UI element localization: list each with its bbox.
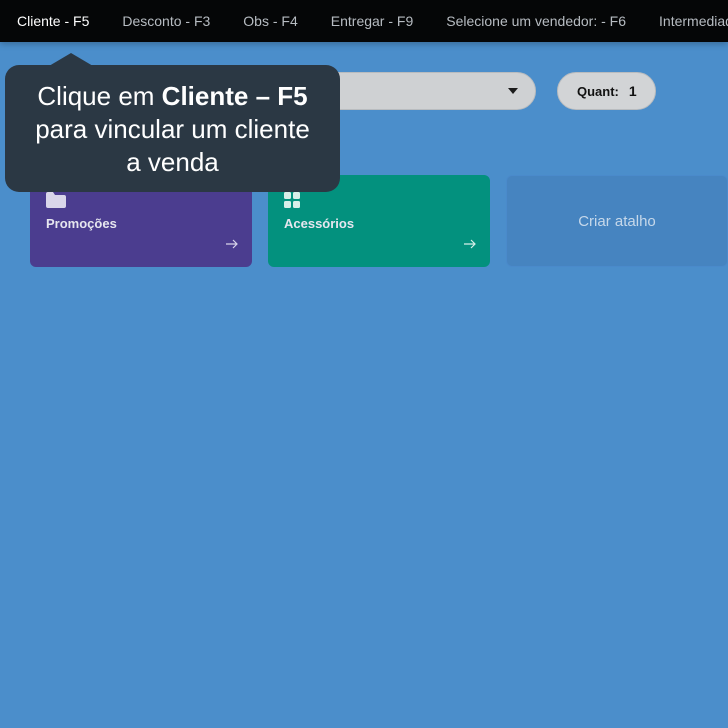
quantity-label: Quant: [577,83,619,99]
tooltip-line-3: a venda [126,147,219,177]
toolbar-intermediador[interactable]: Intermediador [642,13,728,29]
folder-icon [46,192,66,213]
card-label-acessorios: Acessórios [284,216,355,231]
tooltip-pointer [49,53,93,66]
toolbar-vendedor[interactable]: Selecione um vendedor: - F6 [429,13,642,29]
arrow-right-icon [464,236,476,254]
toolbar-obs[interactable]: Obs - F4 [226,13,313,29]
arrow-right-icon [226,236,238,254]
toolbar-entregar[interactable]: Entregar - F9 [314,13,429,29]
create-shortcut-label: Criar atalho [578,212,656,230]
tooltip-line-2: para vincular um cliente [35,114,310,144]
quantity-value[interactable]: 1 [629,83,637,99]
tooltip-shortcut: Cliente – F5 [161,81,308,111]
tooltip-prefix: Clique em [37,81,162,111]
toolbar-desconto[interactable]: Desconto - F3 [105,13,226,29]
create-shortcut-card[interactable]: Criar atalho [506,175,728,267]
quantity-field[interactable]: Quant: 1 [557,72,656,110]
top-toolbar: Cliente - F5 Desconto - F3 Obs - F4 Entr… [0,0,728,42]
toolbar-cliente[interactable]: Cliente - F5 [0,13,105,29]
product-select[interactable] [318,72,536,110]
onboarding-tooltip: Clique em Cliente – F5 para vincular um … [5,53,340,192]
card-label-promocoes: Promoções [46,216,117,231]
grid-icon [284,192,301,214]
caret-down-icon [508,88,518,94]
tooltip-line-1: Clique em Cliente – F5 [5,80,340,113]
